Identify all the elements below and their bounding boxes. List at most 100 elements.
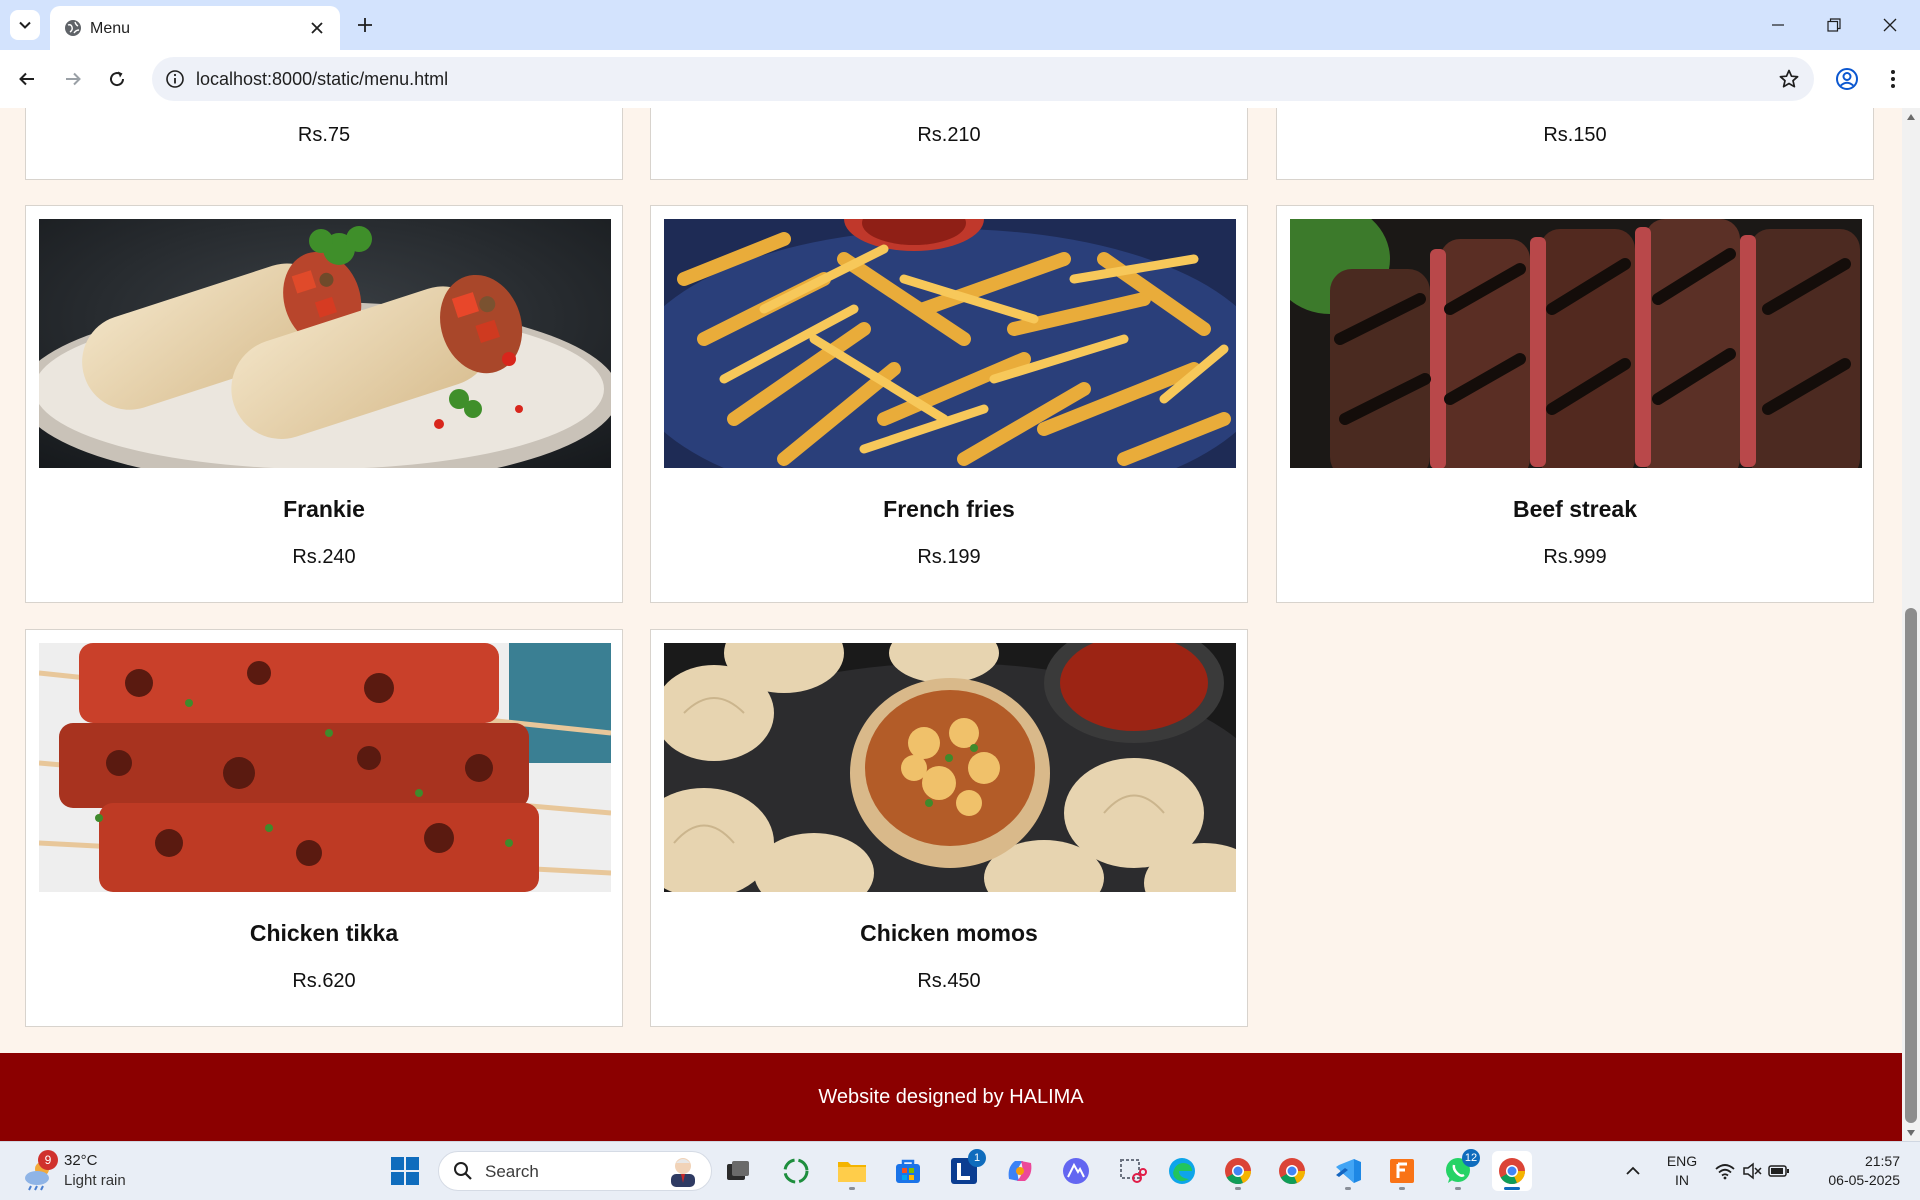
close-window-button[interactable] <box>1870 10 1910 40</box>
tab-close-button[interactable] <box>306 17 328 39</box>
menu-item-price: Rs.210 <box>917 124 981 146</box>
profile-button[interactable] <box>1832 64 1862 94</box>
menu-item-name: Chicken momos <box>860 920 1038 946</box>
tab-search-button[interactable] <box>10 10 40 40</box>
taskbar-app-snipping-tool[interactable] <box>1112 1151 1152 1191</box>
taskbar-app-vscode[interactable] <box>1328 1151 1368 1191</box>
taskbar-app-arc[interactable] <box>1056 1151 1096 1191</box>
taskbar-app-l[interactable]: 1 <box>944 1149 986 1191</box>
taskbar-app-sync[interactable] <box>776 1151 816 1191</box>
fusion-app-icon <box>1390 1159 1414 1183</box>
chevron-down-icon <box>19 21 31 29</box>
volume-muted-icon <box>1743 1162 1762 1180</box>
chicken-tikka-image <box>39 643 611 892</box>
menu-card-chicken-momos[interactable]: Chicken momos Rs.450 <box>650 629 1248 1027</box>
taskbar-app-chrome-profile[interactable] <box>1272 1151 1312 1191</box>
wifi-icon <box>1715 1164 1735 1180</box>
weather-description: Light rain <box>64 1172 126 1189</box>
taskbar-app-copilot[interactable] <box>1000 1151 1040 1191</box>
show-hidden-icons-button[interactable] <box>1618 1154 1648 1188</box>
chevron-up-icon <box>1626 1166 1640 1175</box>
minimize-button[interactable] <box>1758 10 1798 40</box>
system-clock[interactable]: 21:57 06-05-2025 <box>1806 1152 1900 1190</box>
task-view-button[interactable] <box>718 1151 758 1191</box>
clock-time: 21:57 <box>1864 1153 1900 1169</box>
region-code: IN <box>1675 1172 1689 1188</box>
language-code: ENG <box>1666 1153 1698 1169</box>
browser-tab-bar: Menu <box>0 0 1920 50</box>
weather-widget[interactable]: 9 32°C Light rain <box>22 1150 142 1194</box>
menu-item-price: Rs.999 <box>1543 546 1607 568</box>
start-button[interactable] <box>385 1151 425 1191</box>
menu-card-partial[interactable]: Rs.150 <box>1276 108 1874 180</box>
search-label: Search <box>485 1162 539 1181</box>
task-view-icon <box>727 1161 749 1180</box>
address-url: localhost:8000/static/menu.html <box>196 69 449 89</box>
more-vertical-icon <box>1891 70 1895 88</box>
address-bar[interactable]: localhost:8000/static/menu.html <box>152 57 1814 101</box>
menu-item-price: Rs.450 <box>917 970 981 992</box>
quick-settings-button[interactable] <box>1712 1154 1792 1188</box>
language-indicator[interactable]: ENG IN <box>1662 1152 1702 1190</box>
forward-button[interactable] <box>58 64 88 94</box>
search-icon <box>454 1162 472 1180</box>
vscode-icon <box>1336 1159 1361 1183</box>
taskbar-app-fusion[interactable] <box>1382 1151 1422 1191</box>
taskbar-app-edge[interactable] <box>1162 1151 1202 1191</box>
back-button[interactable] <box>12 64 42 94</box>
taskbar-app-file-explorer[interactable] <box>832 1151 872 1191</box>
menu-item-name: Beef streak <box>1512 496 1638 522</box>
tab-menu[interactable]: Menu <box>50 6 340 50</box>
menu-item-price: Rs.199 <box>917 546 981 568</box>
browser-toolbar: localhost:8000/static/menu.html <box>0 50 1920 108</box>
menu-item-price: Rs.620 <box>292 970 356 992</box>
taskbar-app-store[interactable] <box>888 1151 928 1191</box>
menu-item-name: French fries <box>883 496 1015 522</box>
menu-card-french-fries[interactable]: French fries Rs.199 <box>650 205 1248 603</box>
site-info-icon[interactable] <box>164 68 186 90</box>
taskbar-app-chrome[interactable] <box>1218 1151 1258 1191</box>
chrome-icon <box>1225 1158 1251 1185</box>
globe-icon <box>65 20 81 36</box>
weather-badge: 9 <box>38 1150 58 1170</box>
menu-item-name: Chicken tikka <box>249 920 399 946</box>
menu-card-beef-streak[interactable]: Beef streak Rs.999 <box>1276 205 1874 603</box>
close-icon <box>1883 18 1897 32</box>
circular-arrows-icon <box>783 1158 809 1184</box>
menu-card-chicken-tikka[interactable]: Chicken tikka Rs.620 <box>25 629 623 1027</box>
browser-menu-button[interactable] <box>1878 64 1908 94</box>
new-tab-button[interactable] <box>352 12 378 38</box>
menu-card-frankie[interactable]: Frankie Rs.240 <box>25 205 623 603</box>
scrollbar-thumb[interactable] <box>1905 608 1917 1123</box>
taskbar-app-whatsapp[interactable]: 12 <box>1438 1149 1480 1191</box>
windows-icon <box>391 1157 419 1185</box>
menu-item-price: Rs.150 <box>1543 124 1607 146</box>
copilot-icon <box>1008 1161 1032 1181</box>
running-indicator <box>1455 1187 1461 1190</box>
windows-taskbar: 9 32°C Light rain Search 1 12 ENG IN 21:… <box>0 1141 1920 1200</box>
page-footer: Website designed by HALIMA <box>0 1053 1902 1141</box>
menu-item-price: Rs.75 <box>297 124 351 146</box>
star-icon[interactable] <box>1778 68 1800 90</box>
reload-button[interactable] <box>102 64 132 94</box>
clock-date: 06-05-2025 <box>1828 1172 1900 1188</box>
store-icon <box>896 1159 920 1183</box>
frankie-image <box>39 219 611 468</box>
minimize-icon <box>1772 24 1784 26</box>
footer-text: Website designed by HALIMA <box>818 1085 1084 1108</box>
notification-badge: 1 <box>968 1149 986 1167</box>
page-scrollbar[interactable] <box>1902 108 1920 1141</box>
chrome-icon <box>1499 1158 1525 1185</box>
taskbar-app-chrome-active[interactable] <box>1492 1151 1532 1191</box>
scroll-down-button[interactable] <box>1902 1124 1920 1141</box>
scissors-icon <box>1120 1159 1147 1183</box>
taskbar-search[interactable]: Search <box>438 1151 712 1191</box>
menu-card-partial[interactable]: Rs.210 <box>650 108 1248 180</box>
scroll-up-button[interactable] <box>1902 108 1920 125</box>
restore-button[interactable] <box>1814 10 1854 40</box>
menu-card-partial[interactable]: Rs.75 <box>25 108 623 180</box>
folder-icon <box>838 1162 866 1182</box>
notification-badge: 12 <box>1462 1149 1480 1167</box>
restore-icon <box>1827 18 1841 32</box>
plus-icon <box>358 18 372 32</box>
